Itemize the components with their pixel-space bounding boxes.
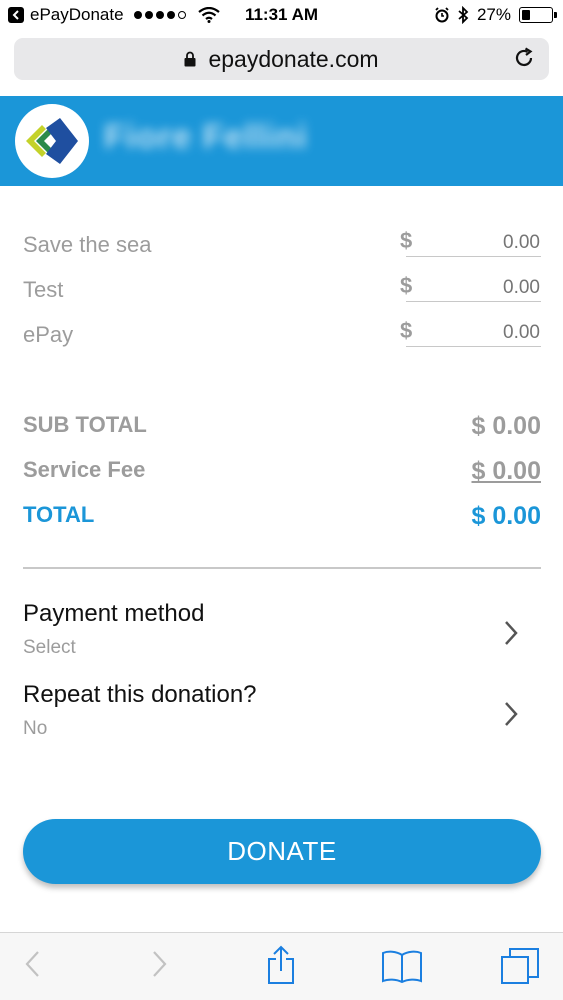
donation-label: Test (23, 277, 64, 302)
donation-row: Test $ (23, 273, 541, 318)
service-fee-label: Service Fee (23, 457, 146, 482)
amount-input[interactable] (406, 230, 541, 257)
organization-name: Fiore Fellini (104, 118, 308, 156)
repeat-donation-title: Repeat this donation? (23, 681, 257, 708)
totals-section: SUB TOTAL $ 0.00 Service Fee $ 0.00 TOTA… (23, 408, 541, 543)
battery-percent: 27% (476, 5, 511, 24)
bookmarks-icon[interactable] (381, 949, 423, 988)
total-value: $ 0.00 (471, 502, 541, 530)
reload-icon[interactable] (513, 47, 535, 75)
page: ePayDonate 11:31 AM 27% epaydonate.com F… (0, 0, 563, 1000)
chevron-right-icon (503, 620, 519, 651)
status-right: 27% (434, 5, 557, 25)
sub-total-row: SUB TOTAL $ 0.00 (23, 408, 541, 453)
sub-total-label: SUB TOTAL (23, 412, 147, 437)
amount-input[interactable] (406, 275, 541, 302)
service-fee-row: Service Fee $ 0.00 (23, 453, 541, 498)
header-banner: Fiore Fellini (0, 96, 563, 186)
total-row: TOTAL $ 0.00 (23, 498, 541, 543)
payment-method-row[interactable]: Payment method Select (23, 600, 541, 666)
amount-input[interactable] (406, 320, 541, 347)
tabs-icon[interactable] (500, 947, 540, 990)
back-icon[interactable] (24, 949, 42, 984)
alarm-icon (434, 7, 450, 23)
chevron-right-icon (503, 701, 519, 732)
repeat-donation-value: No (23, 718, 48, 739)
service-fee-value: $ 0.00 (471, 457, 541, 485)
battery-icon (519, 7, 557, 23)
forward-icon[interactable] (150, 949, 168, 984)
donate-button[interactable]: DONATE (23, 819, 541, 884)
status-bar: ePayDonate 11:31 AM 27% (0, 0, 563, 32)
donation-row: ePay $ (23, 318, 541, 363)
repeat-donation-row[interactable]: Repeat this donation? No (23, 681, 541, 747)
organization-logo (15, 104, 89, 178)
payment-method-title: Payment method (23, 600, 205, 627)
address-bar[interactable]: epaydonate.com (14, 38, 549, 80)
section-divider (23, 567, 541, 569)
url-text[interactable]: epaydonate.com (208, 46, 378, 73)
lock-icon (184, 51, 196, 67)
browser-toolbar (0, 932, 563, 1000)
share-icon[interactable] (265, 945, 297, 990)
donation-list: Save the sea $ Test $ ePay $ (23, 228, 541, 363)
donation-label: Save the sea (23, 232, 152, 257)
bluetooth-icon (458, 6, 469, 24)
payment-method-value: Select (23, 637, 76, 658)
donation-label: ePay (23, 322, 74, 347)
sub-total-value: $ 0.00 (471, 412, 541, 440)
total-label: TOTAL (23, 502, 95, 527)
donation-row: Save the sea $ (23, 228, 541, 273)
